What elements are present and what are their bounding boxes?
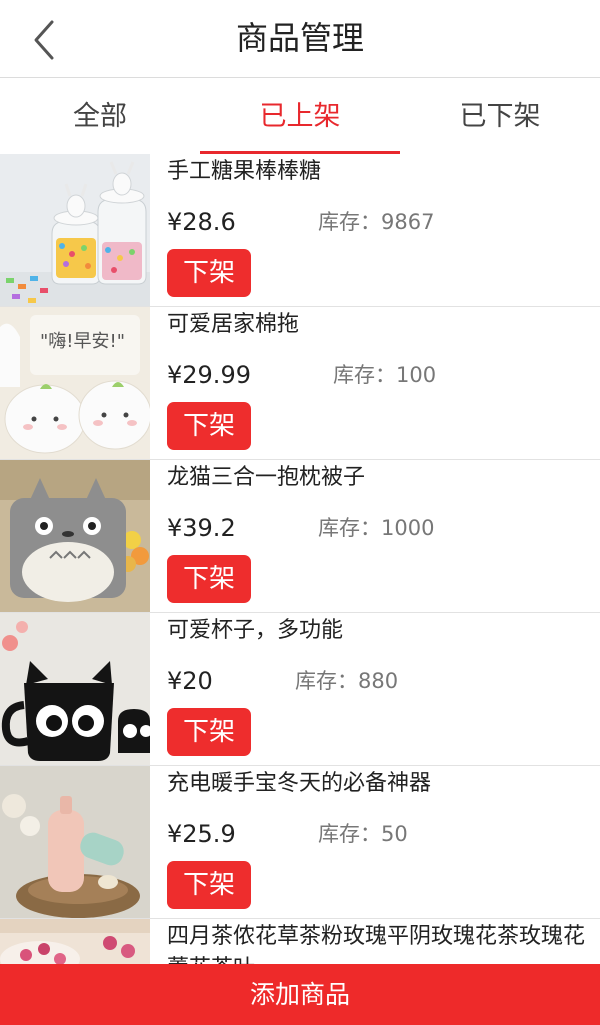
product-item[interactable]: 手工糖果棒棒糖 ¥28.6 库存：9867 下架 [0,154,600,307]
product-image [0,460,150,612]
product-price: ¥25.9 [167,820,236,848]
product-price: ¥28.6 [167,208,236,236]
product-item[interactable]: 龙猫三合一抱枕被子 ¥39.2 库存：1000 下架 [0,460,600,613]
product-stock: 库存：100 [333,363,437,387]
product-name: 手工糖果棒棒糖 [167,159,322,184]
add-product-button[interactable]: 添加商品 [0,964,600,1025]
tab-all[interactable]: 全部 [0,80,200,154]
product-stock: 库存：9867 [318,210,435,234]
svg-text:"嗨!早安!": "嗨!早安!" [40,331,125,352]
tab-on-shelf[interactable]: 已上架 [200,80,400,154]
product-name: 可爱居家棉拖 [167,312,300,337]
tab-off-shelf[interactable]: 已下架 [400,80,600,154]
delist-button[interactable]: 下架 [167,249,251,297]
product-stock: 库存：880 [295,669,399,693]
product-item[interactable]: 可爱杯子，多功能 ¥20 库存：880 下架 [0,613,600,766]
product-image [0,613,150,765]
product-image [0,766,150,918]
product-price: ¥20 [167,667,213,695]
product-item[interactable]: 充电暖手宝冬天的必备神器 ¥25.9 库存：50 下架 [0,766,600,919]
product-list[interactable]: 手工糖果棒棒糖 ¥28.6 库存：9867 下架 "嗨!早安!" 可爱居家棉拖 [0,154,600,964]
product-stock: 库存：1000 [318,516,435,540]
product-price: ¥29.99 [167,361,251,389]
delist-button[interactable]: 下架 [167,555,251,603]
product-name: 可爱杯子，多功能 [167,618,344,643]
delist-button[interactable]: 下架 [167,708,251,756]
product-name: 充电暖手宝冬天的必备神器 [167,771,432,796]
product-price: ¥39.2 [167,514,236,542]
product-name: 四月茶侬花草茶粉玫瑰平阴玫瑰花茶玫瑰花蕾花茶叶 [167,924,586,964]
product-image [0,919,150,964]
product-name: 龙猫三合一抱枕被子 [167,465,366,490]
product-image: "嗨!早安!" [0,307,150,459]
product-image [0,154,150,306]
status-tabs: 全部 已上架 已下架 [0,80,600,154]
product-item[interactable]: "嗨!早安!" 可爱居家棉拖 ¥29.99 库存：100 下架 [0,307,600,460]
delist-button[interactable]: 下架 [167,861,251,909]
header-bar: 商品管理 [0,0,600,78]
page-title: 商品管理 [235,19,364,57]
delist-button[interactable]: 下架 [167,402,251,450]
product-stock: 库存：50 [318,822,408,846]
product-item[interactable]: 四月茶侬花草茶粉玫瑰平阴玫瑰花茶玫瑰花蕾花茶叶 [0,919,600,964]
